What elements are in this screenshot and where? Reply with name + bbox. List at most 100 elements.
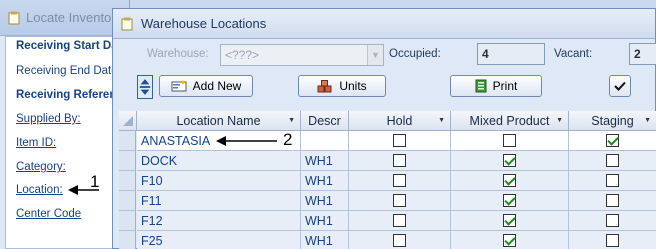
staging-cell[interactable] bbox=[569, 191, 656, 211]
staging-cell[interactable] bbox=[569, 151, 656, 171]
vacant-field[interactable]: 2 bbox=[629, 43, 656, 65]
row-selector[interactable] bbox=[119, 151, 136, 171]
descr-cell[interactable]: WH1 bbox=[301, 151, 349, 171]
hold-cell[interactable] bbox=[349, 171, 451, 191]
table-row[interactable]: F25 WH1 bbox=[119, 231, 656, 249]
print-report-icon bbox=[475, 79, 487, 93]
table-row[interactable]: F11 WH1 bbox=[119, 191, 656, 211]
staging-checkbox[interactable] bbox=[606, 134, 619, 147]
row-selector[interactable] bbox=[119, 171, 136, 191]
column-header-hold[interactable]: Hold ▼ bbox=[349, 111, 451, 131]
confirm-button[interactable] bbox=[609, 75, 631, 97]
sort-dropdown-icon[interactable]: ▼ bbox=[556, 111, 563, 131]
row-selector[interactable] bbox=[119, 231, 136, 249]
table-row[interactable]: DOCK WH1 bbox=[119, 151, 656, 171]
table-row[interactable]: F10 WH1 bbox=[119, 171, 656, 191]
mixed-cell[interactable] bbox=[451, 191, 569, 211]
units-label: Units bbox=[339, 79, 367, 93]
mixed-cell[interactable] bbox=[451, 151, 569, 171]
staging-checkbox[interactable] bbox=[606, 214, 619, 227]
location-name-cell[interactable]: F10 bbox=[137, 171, 301, 191]
staging-cell[interactable] bbox=[569, 211, 656, 231]
hold-checkbox[interactable] bbox=[393, 134, 406, 147]
column-header-location-name[interactable]: Location Name ▼ bbox=[137, 111, 301, 131]
table-row[interactable]: ANASTASIA bbox=[119, 131, 656, 151]
mixed-checkbox[interactable] bbox=[503, 194, 516, 207]
hold-checkbox[interactable] bbox=[393, 234, 406, 247]
warehouse-locations-window: Warehouse Locations Warehouse: <???> ▼ O… bbox=[112, 8, 656, 249]
mixed-cell[interactable] bbox=[451, 171, 569, 191]
mixed-checkbox[interactable] bbox=[503, 134, 516, 147]
boxes-icon bbox=[317, 79, 332, 92]
item-id-link[interactable]: Item ID: bbox=[16, 137, 56, 149]
up-down-arrows-icon bbox=[139, 79, 151, 95]
staging-checkbox[interactable] bbox=[606, 194, 619, 207]
sort-dropdown-icon[interactable]: ▼ bbox=[288, 111, 295, 131]
hold-checkbox[interactable] bbox=[393, 214, 406, 227]
warehouse-select[interactable]: <???> ▼ bbox=[220, 44, 384, 66]
descr-cell[interactable] bbox=[301, 131, 349, 151]
print-button[interactable]: Print bbox=[450, 75, 542, 97]
descr-cell[interactable]: WH1 bbox=[301, 231, 349, 249]
supplied-by-link[interactable]: Supplied By: bbox=[16, 113, 81, 125]
select-all-corner[interactable] bbox=[119, 111, 137, 131]
staging-cell[interactable] bbox=[569, 231, 656, 249]
mixed-cell[interactable] bbox=[451, 131, 569, 151]
location-name-cell[interactable]: F11 bbox=[137, 191, 301, 211]
location-name-cell[interactable]: F25 bbox=[137, 231, 301, 249]
mixed-cell[interactable] bbox=[451, 211, 569, 231]
descr-cell[interactable]: WH1 bbox=[301, 191, 349, 211]
row-selector[interactable] bbox=[119, 191, 136, 211]
units-button[interactable]: Units bbox=[298, 75, 386, 97]
hold-checkbox[interactable] bbox=[393, 194, 406, 207]
mixed-checkbox[interactable] bbox=[503, 174, 516, 187]
location-name-cell[interactable]: DOCK bbox=[137, 151, 301, 171]
chevron-down-icon[interactable]: ▼ bbox=[367, 45, 383, 65]
hold-cell[interactable] bbox=[349, 231, 451, 249]
warehouse-label: Warehouse: bbox=[147, 48, 209, 60]
table-row[interactable]: F12 WH1 bbox=[119, 211, 656, 231]
category-link[interactable]: Category: bbox=[16, 161, 66, 173]
add-new-button[interactable]: Add New bbox=[159, 75, 253, 97]
mixed-checkbox[interactable] bbox=[503, 214, 516, 227]
column-header-mixed-product[interactable]: Mixed Product ▼ bbox=[451, 111, 569, 131]
staging-checkbox[interactable] bbox=[606, 234, 619, 247]
mixed-checkbox[interactable] bbox=[503, 154, 516, 167]
location-name-cell[interactable]: ANASTASIA bbox=[137, 131, 301, 151]
row-selector[interactable] bbox=[119, 211, 136, 231]
location-link[interactable]: Location: bbox=[16, 184, 63, 196]
center-code-link[interactable]: Center Code bbox=[16, 208, 81, 220]
window-title: Locate Inventory bbox=[26, 10, 123, 25]
mixed-checkbox[interactable] bbox=[503, 234, 516, 247]
mixed-cell[interactable] bbox=[451, 231, 569, 249]
column-header-staging[interactable]: Staging ▼ bbox=[569, 111, 656, 131]
column-header-label: Hold bbox=[386, 114, 413, 128]
locate-inventory-titlebar[interactable]: Locate Inventory bbox=[0, 0, 129, 36]
staging-checkbox[interactable] bbox=[606, 174, 619, 187]
warehouse-locations-titlebar[interactable]: Warehouse Locations bbox=[113, 9, 655, 39]
add-record-icon bbox=[171, 80, 187, 92]
column-header-label: Staging bbox=[591, 114, 634, 128]
staging-checkbox[interactable] bbox=[606, 154, 619, 167]
staging-cell[interactable] bbox=[569, 131, 656, 151]
sort-dropdown-icon[interactable]: ▼ bbox=[644, 111, 651, 131]
hold-cell[interactable] bbox=[349, 211, 451, 231]
sort-dropdown-icon[interactable]: ▼ bbox=[438, 111, 445, 131]
hold-checkbox[interactable] bbox=[393, 154, 406, 167]
staging-cell[interactable] bbox=[569, 171, 656, 191]
add-new-label: Add New bbox=[192, 79, 242, 93]
hold-cell[interactable] bbox=[349, 191, 451, 211]
occupied-field[interactable]: 4 bbox=[477, 43, 545, 65]
navigation-spinner[interactable] bbox=[137, 75, 153, 99]
row-selector[interactable] bbox=[119, 131, 136, 151]
column-header-descr[interactable]: Descr bbox=[301, 111, 349, 131]
warehouse-value: <???> bbox=[225, 48, 260, 62]
column-header-label: Location Name bbox=[176, 114, 261, 128]
hold-checkbox[interactable] bbox=[393, 174, 406, 187]
hold-cell[interactable] bbox=[349, 151, 451, 171]
descr-cell[interactable]: WH1 bbox=[301, 171, 349, 191]
hold-cell[interactable] bbox=[349, 131, 451, 151]
location-name-cell[interactable]: F12 bbox=[137, 211, 301, 231]
window-title: Warehouse Locations bbox=[141, 16, 267, 31]
descr-cell[interactable]: WH1 bbox=[301, 211, 349, 231]
